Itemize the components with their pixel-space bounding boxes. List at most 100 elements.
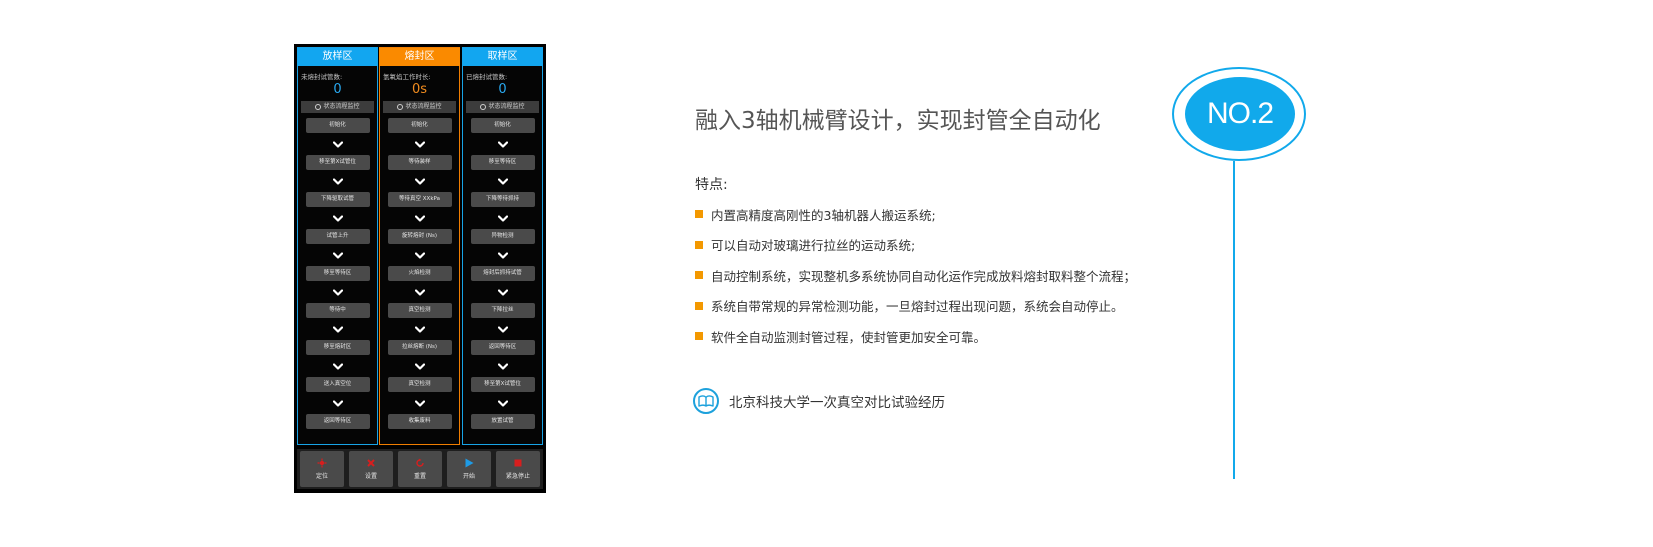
- button-label: 定位: [315, 473, 328, 480]
- locate-icon: [317, 458, 327, 468]
- column-header: 放样区: [297, 48, 378, 66]
- feature-item: 可以自动对玻璃进行拉丝的运动系统;: [695, 234, 1136, 265]
- play-icon: [464, 458, 474, 468]
- process-step[interactable]: 火焰检测: [387, 266, 452, 281]
- process-step[interactable]: 收集废料: [387, 414, 452, 429]
- process-step[interactable]: 下降等待抓持: [470, 192, 535, 207]
- chevron-down-icon: [298, 392, 377, 414]
- features-heading: 特点:: [695, 177, 728, 193]
- chevron-down-icon: [463, 244, 542, 266]
- process-step[interactable]: 等待装样: [387, 155, 452, 170]
- locate-button[interactable]: 定位: [300, 451, 344, 487]
- status-monitor-button[interactable]: 状态流程监控: [466, 101, 539, 113]
- chevron-down-icon: [380, 318, 459, 340]
- feature-text: 内置高精度高刚性的3轴机器人搬运系统;: [711, 207, 936, 223]
- reset-icon: [415, 458, 425, 468]
- monitor-icon: [315, 103, 322, 110]
- chevron-down-icon: [298, 281, 377, 303]
- process-step[interactable]: 旋转熔封 (Ns): [387, 229, 452, 244]
- chevron-down-icon: [463, 207, 542, 229]
- book-icon: [693, 388, 719, 414]
- counter-label: 未熔封试管数:: [301, 73, 343, 81]
- chevron-down-icon: [298, 133, 377, 155]
- sample-loading-column: 放样区未熔封试管数: 0 状态流程监控初始化移至第X试管位 下降驱取试管 试管上升移至等…: [297, 47, 378, 445]
- column-header: 熔封区: [379, 48, 460, 66]
- sealing-column: 熔封区氢氧焰工作时长: 0s 状态流程监控 初始化等待装样等待真空 XXkPa 旋转熔封…: [379, 47, 460, 445]
- feature-text: 系统自带常规的异常检测功能，一旦熔封过程出现问题，系统会自动停止。: [711, 299, 1124, 315]
- process-step[interactable]: 异物检测: [470, 229, 535, 244]
- process-step[interactable]: 下降拉丝: [470, 303, 535, 318]
- section-number-badge: NO.2: [1185, 77, 1295, 151]
- button-label: 重置: [413, 473, 426, 480]
- settings-icon: [366, 458, 376, 468]
- process-step[interactable]: 移至等待区: [305, 266, 370, 281]
- counter-label: 氢氧焰工作时长:: [383, 73, 431, 81]
- case-study-link-text[interactable]: 北京科技大学一次真空对比试验经历: [729, 391, 945, 411]
- process-step[interactable]: 下降驱取试管: [305, 192, 370, 207]
- process-step[interactable]: 返回等待区: [305, 414, 370, 429]
- process-step[interactable]: 真空检测: [387, 303, 452, 318]
- process-step[interactable]: 移至第X试管位: [305, 155, 370, 170]
- monitor-icon: [480, 103, 487, 110]
- feature-text: 软件全自动监测封管过程，使封管更加安全可靠。: [711, 329, 987, 345]
- chevron-down-icon: [380, 170, 459, 192]
- chevron-down-icon: [380, 207, 459, 229]
- chevron-down-icon: [380, 355, 459, 377]
- reset-button[interactable]: 重置: [398, 451, 442, 487]
- process-step[interactable]: 初始化: [470, 118, 535, 133]
- feature-text: 自动控制系统，实现整机多系统协同自动化运作完成放料熔封取料整个流程；: [711, 268, 1137, 284]
- process-step[interactable]: 移至第X试管位: [470, 377, 535, 392]
- emergency-stop-button[interactable]: 紧急停止: [496, 451, 540, 487]
- status-monitor-button[interactable]: 状态流程监控: [301, 101, 374, 113]
- sample-retrieval-column: 取样区 已熔封试管数: 0 状态流程监控 初始化 移至等待区 下降等待抓持 异物检测 熔封后抓持…: [462, 47, 543, 445]
- process-step[interactable]: 拉丝熔断 (Ns): [387, 340, 452, 355]
- button-label: 紧急停止: [505, 473, 530, 480]
- stop-icon: [513, 458, 523, 468]
- settings-button[interactable]: 设置: [349, 451, 393, 487]
- button-label: 设置: [364, 473, 377, 480]
- feature-item: 软件全自动监测封管过程，使封管更加安全可靠。: [695, 325, 1136, 356]
- bullet-square-icon: [695, 210, 703, 219]
- process-step[interactable]: 真空检测: [387, 377, 452, 392]
- bullet-square-icon: [695, 301, 703, 310]
- process-step[interactable]: 移至熔封区: [305, 340, 370, 355]
- counter-value: 0: [498, 82, 507, 97]
- column-header: 取样区: [462, 48, 543, 66]
- feature-item: 内置高精度高刚性的3轴机器人搬运系统;: [695, 203, 1136, 234]
- process-step[interactable]: 返回等待区: [470, 340, 535, 355]
- chevron-down-icon: [298, 355, 377, 377]
- feature-text: 可以自动对玻璃进行拉丝的运动系统;: [711, 238, 916, 254]
- chevron-down-icon: [380, 133, 459, 155]
- bullet-square-icon: [695, 332, 703, 341]
- bullet-square-icon: [695, 271, 703, 280]
- process-step[interactable]: 熔封后抓持试管: [470, 266, 535, 281]
- badge-connector-line: [1233, 161, 1235, 479]
- case-study-link[interactable]: 北京科技大学一次真空对比试验经历: [693, 388, 945, 414]
- process-step[interactable]: 初始化: [387, 118, 452, 133]
- chevron-down-icon: [380, 281, 459, 303]
- feature-item: 自动控制系统，实现整机多系统协同自动化运作完成放料熔封取料整个流程；: [695, 264, 1136, 295]
- process-step[interactable]: 等待真空 XXkPa: [387, 192, 452, 207]
- process-step[interactable]: 移至等待区: [470, 155, 535, 170]
- section-title: 融入3轴机械臂设计，实现封管全自动化: [695, 108, 1101, 134]
- chevron-down-icon: [380, 244, 459, 266]
- chevron-down-icon: [463, 133, 542, 155]
- chevron-down-icon: [463, 170, 542, 192]
- status-monitor-button[interactable]: 状态流程监控: [383, 101, 456, 113]
- chevron-down-icon: [380, 392, 459, 414]
- process-step[interactable]: 试管上升: [305, 229, 370, 244]
- counter-value: 0: [333, 82, 342, 97]
- chevron-down-icon: [298, 318, 377, 340]
- process-step[interactable]: 等待中: [305, 303, 370, 318]
- monitor-icon: [397, 103, 404, 110]
- process-step[interactable]: 初始化: [305, 118, 370, 133]
- start-button[interactable]: 开始: [447, 451, 491, 487]
- device-screen: 放样区 未熔封试管数: 0 状态流程监控 初始化 移至第X试管位 下降驱取试管 试管上升 移至等…: [294, 44, 546, 493]
- chevron-down-icon: [463, 355, 542, 377]
- process-step[interactable]: 放置试管: [470, 414, 535, 429]
- chevron-down-icon: [463, 281, 542, 303]
- process-step[interactable]: 送入真空位: [305, 377, 370, 392]
- status-monitor-label: 状态流程监控: [323, 103, 360, 110]
- counter-value: 0s: [411, 82, 428, 97]
- control-button-bar: 定位 设置 重置 开始 紧急停止: [297, 449, 543, 489]
